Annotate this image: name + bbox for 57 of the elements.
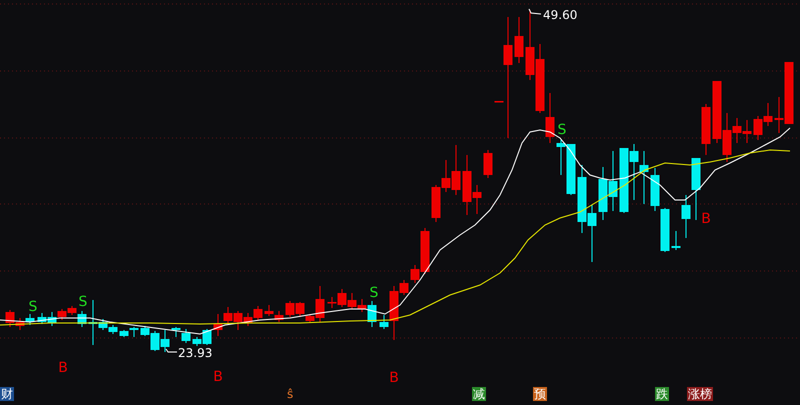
event-badge[interactable]: 预 [533,387,547,401]
candle [182,328,190,344]
high-price-label: 49.60 [543,8,578,22]
candle [578,164,586,234]
event-badge[interactable]: 减 [472,387,486,401]
event-badge[interactable]: ŝ [286,387,294,401]
candle [160,330,170,352]
candle [588,204,596,262]
candle [742,120,752,144]
event-badge[interactable]: 涨榜 [687,387,713,401]
buy-signal: B [701,211,711,227]
candle [348,292,356,310]
candle [264,304,274,316]
candle [38,312,46,324]
candle [546,92,554,144]
candle [536,44,544,114]
candle [608,150,618,212]
buy-signal: B [213,369,223,385]
candle [58,308,66,320]
sell-signal: S [28,299,38,315]
candle [214,314,222,336]
candle [172,326,180,338]
candle [254,306,262,320]
candle [650,168,660,212]
candle [526,10,534,80]
buy-signal: B [389,370,399,385]
candle [224,306,232,324]
buy-signal: B [58,360,68,376]
candle [484,150,492,178]
candle [244,312,252,326]
event-badge[interactable]: 财 [0,387,14,401]
candle [514,16,524,64]
candle [286,300,294,318]
sell-signal: S [558,122,566,138]
candle [432,184,440,222]
candle [620,148,628,214]
candle [660,208,670,252]
candle [702,104,710,156]
candle [234,310,242,330]
candle [26,314,34,326]
sell-signal: S [78,294,88,310]
candle [712,80,722,144]
candle [274,310,284,322]
candle [598,166,608,220]
candle [640,150,648,204]
candle [630,144,638,200]
candle [6,310,14,328]
candle [130,326,138,338]
high-price-pointer [528,8,542,14]
event-badge[interactable]: 跌 [655,387,669,401]
candle [48,312,56,326]
sell-signal: S [370,285,378,301]
candle [16,318,24,330]
candle [754,116,762,140]
low-price-label: 23.93 [178,346,212,360]
candle [108,324,118,334]
candle [764,102,772,126]
